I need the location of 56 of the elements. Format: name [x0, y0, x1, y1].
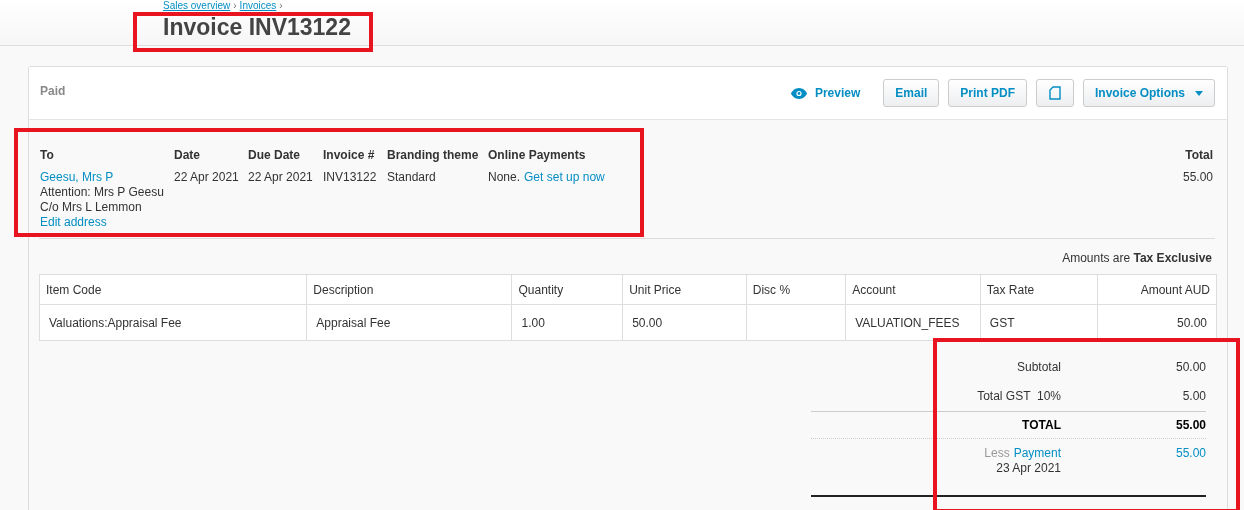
setup-link[interactable]: Get set up now	[524, 170, 605, 185]
totals-value: 50.00	[1174, 360, 1206, 374]
edit-address-link[interactable]: Edit address	[40, 215, 107, 230]
detail-heading: Invoice #	[323, 148, 375, 162]
totals-value[interactable]: 55.00	[1061, 446, 1206, 476]
payment-date: 23 Apr 2021	[996, 461, 1061, 476]
detail-heading: Total	[1185, 148, 1213, 162]
breadcrumb-separator: ›	[233, 0, 237, 12]
detail-heading: Due Date	[248, 148, 300, 162]
detail-heading: Branding theme	[387, 148, 479, 162]
eye-icon	[790, 87, 807, 99]
totals-label: Total GST 10%	[977, 389, 1061, 403]
status-label: Paid	[40, 84, 67, 98]
preview-link[interactable]: Preview	[790, 86, 861, 100]
column-header: Tax Rate	[980, 274, 1098, 305]
totals-label: TOTAL	[1022, 418, 1061, 432]
totals-value: 55.00	[1174, 418, 1206, 432]
detail-value: None.	[488, 170, 521, 185]
table-cell: Valuations:Appraisal Fee	[39, 304, 307, 341]
table-cell: VALUATION_FEES	[845, 304, 981, 341]
invoice-title: Invoice INV13122	[163, 13, 351, 40]
column-header: Description	[306, 274, 512, 305]
detail-heading: Online Payments	[488, 148, 586, 162]
detail-value: 22 Apr 2021	[174, 170, 239, 185]
detail-value: 22 Apr 2021	[248, 170, 313, 185]
column-header: Disc %	[746, 274, 846, 305]
tax-note: Amounts are Tax Exclusive	[1061, 250, 1213, 264]
table-cell: 1.00	[512, 304, 623, 341]
address-line: C/o Mrs L Lemmon	[40, 200, 142, 215]
caret-icon	[1195, 90, 1203, 96]
payment-link[interactable]: Payment	[1013, 446, 1061, 461]
table-cell: 50.00	[622, 304, 747, 341]
detail-value: INV13122	[323, 170, 377, 185]
breadcrumb-link[interactable]: Invoices	[239, 0, 277, 12]
column-header: Item Code	[39, 274, 307, 305]
breadcrumb-link[interactable]: Sales overview	[163, 0, 231, 12]
less-label: Less	[984, 446, 1010, 461]
detail-value: Standard	[387, 170, 436, 185]
detail-heading: To	[40, 148, 54, 162]
column-header: Account	[845, 274, 981, 305]
column-header: Quantity	[512, 274, 623, 305]
detail-heading: Date	[174, 148, 200, 162]
column-header: Unit Price	[622, 274, 747, 305]
totals-label: Subtotal	[1016, 360, 1061, 374]
document-icon	[1049, 86, 1061, 100]
table-cell: Appraisal Fee	[306, 304, 512, 341]
breadcrumb-separator: ›	[279, 0, 283, 12]
invoice-options-button[interactable]: Invoice Options	[1083, 79, 1215, 107]
action-button[interactable]: Print PDF	[948, 79, 1027, 107]
detail-value: 55.00	[1182, 170, 1213, 185]
address-line: Attention: Mrs P Geesu	[40, 185, 164, 200]
action-button[interactable]: Email	[883, 79, 940, 107]
copy-button[interactable]	[1036, 79, 1074, 107]
totals-value: 5.00	[1181, 389, 1206, 403]
column-header: Amount AUD	[1097, 274, 1217, 305]
contact-link[interactable]: Geesu, Mrs P	[40, 170, 114, 185]
